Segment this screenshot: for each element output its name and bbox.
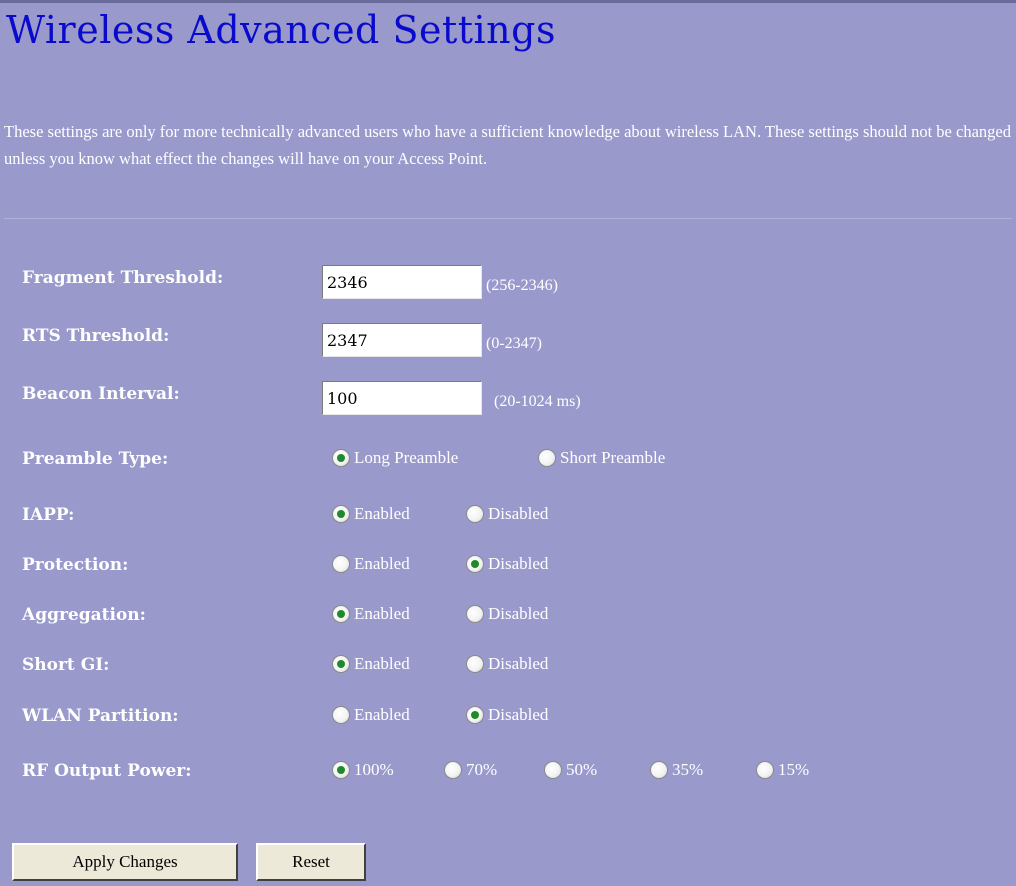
- divider: [4, 218, 1012, 219]
- protection-row: Protection: Enabled Disabled: [0, 552, 1016, 582]
- radio-iapp-enabled[interactable]: [332, 505, 350, 523]
- rf-power-15-label: 15%: [778, 760, 810, 779]
- short-gi-row: Short GI: Enabled Disabled: [0, 652, 1016, 682]
- rf-power-35-label: 35%: [672, 760, 704, 779]
- reset-button[interactable]: Reset: [256, 843, 366, 881]
- wlan-partition-enabled-option[interactable]: Enabled: [332, 705, 410, 725]
- preamble-type-label: Preamble Type:: [22, 449, 169, 469]
- radio-rf-power-50[interactable]: [544, 761, 562, 779]
- radio-aggregation-enabled[interactable]: [332, 605, 350, 623]
- rf-output-power-row: RF Output Power: 100% 70% 50% 35% 15%: [0, 758, 1016, 788]
- rf-power-70-label: 70%: [466, 760, 498, 779]
- aggregation-row: Aggregation: Enabled Disabled: [0, 602, 1016, 632]
- wlan-partition-disabled-label: Disabled: [488, 705, 549, 724]
- beacon-interval-row: Beacon Interval: (20-1024 ms): [0, 381, 1016, 415]
- protection-enabled-option[interactable]: Enabled: [332, 554, 410, 574]
- radio-short-gi-disabled[interactable]: [466, 655, 484, 673]
- top-border: [0, 0, 1016, 3]
- apply-changes-button[interactable]: Apply Changes: [12, 843, 238, 881]
- fragment-threshold-row: Fragment Threshold: (256-2346): [0, 265, 1016, 299]
- preamble-short-option[interactable]: Short Preamble: [538, 448, 665, 468]
- fragment-threshold-label: Fragment Threshold:: [22, 268, 224, 288]
- rf-power-70-option[interactable]: 70%: [444, 760, 497, 780]
- short-gi-disabled-option[interactable]: Disabled: [466, 654, 548, 674]
- rts-threshold-label: RTS Threshold:: [22, 326, 170, 346]
- beacon-interval-input[interactable]: [322, 381, 482, 415]
- fragment-threshold-input[interactable]: [322, 265, 482, 299]
- wlan-partition-label: WLAN Partition:: [22, 706, 179, 726]
- radio-long-preamble[interactable]: [332, 449, 350, 467]
- short-gi-enabled-option[interactable]: Enabled: [332, 654, 410, 674]
- aggregation-disabled-option[interactable]: Disabled: [466, 604, 548, 624]
- short-gi-disabled-label: Disabled: [488, 654, 549, 673]
- radio-protection-enabled[interactable]: [332, 555, 350, 573]
- radio-aggregation-disabled[interactable]: [466, 605, 484, 623]
- radio-iapp-disabled[interactable]: [466, 505, 484, 523]
- beacon-interval-hint: (20-1024 ms): [494, 393, 581, 410]
- rf-output-power-label: RF Output Power:: [22, 761, 192, 781]
- protection-label: Protection:: [22, 555, 129, 575]
- iapp-enabled-label: Enabled: [354, 504, 410, 523]
- aggregation-enabled-option[interactable]: Enabled: [332, 604, 410, 624]
- iapp-label: IAPP:: [22, 505, 75, 525]
- page-title: Wireless Advanced Settings: [6, 8, 556, 52]
- short-gi-label: Short GI:: [22, 655, 110, 675]
- iapp-disabled-option[interactable]: Disabled: [466, 504, 548, 524]
- rf-power-50-option[interactable]: 50%: [544, 760, 597, 780]
- wlan-partition-enabled-label: Enabled: [354, 705, 410, 724]
- short-gi-enabled-label: Enabled: [354, 654, 410, 673]
- iapp-row: IAPP: Enabled Disabled: [0, 502, 1016, 532]
- radio-short-gi-enabled[interactable]: [332, 655, 350, 673]
- rf-power-100-option[interactable]: 100%: [332, 760, 394, 780]
- protection-disabled-option[interactable]: Disabled: [466, 554, 548, 574]
- aggregation-disabled-label: Disabled: [488, 604, 549, 623]
- rts-threshold-input[interactable]: [322, 323, 482, 357]
- protection-disabled-label: Disabled: [488, 554, 549, 573]
- aggregation-enabled-label: Enabled: [354, 604, 410, 623]
- protection-enabled-label: Enabled: [354, 554, 410, 573]
- rf-power-100-label: 100%: [354, 760, 394, 779]
- beacon-interval-label: Beacon Interval:: [22, 384, 180, 404]
- intro-text: These settings are only for more technic…: [4, 122, 1011, 168]
- radio-rf-power-35[interactable]: [650, 761, 668, 779]
- aggregation-label: Aggregation:: [22, 605, 146, 625]
- fragment-threshold-hint: (256-2346): [486, 277, 558, 294]
- rf-power-15-option[interactable]: 15%: [756, 760, 809, 780]
- wlan-partition-row: WLAN Partition: Enabled Disabled: [0, 703, 1016, 733]
- radio-rf-power-15[interactable]: [756, 761, 774, 779]
- preamble-long-option[interactable]: Long Preamble: [332, 448, 458, 468]
- rts-threshold-hint: (0-2347): [486, 335, 542, 352]
- radio-protection-disabled[interactable]: [466, 555, 484, 573]
- preamble-short-label: Short Preamble: [560, 448, 666, 467]
- preamble-type-row: Preamble Type: Long Preamble Short Pream…: [0, 446, 1016, 476]
- iapp-disabled-label: Disabled: [488, 504, 549, 523]
- radio-short-preamble[interactable]: [538, 449, 556, 467]
- radio-rf-power-100[interactable]: [332, 761, 350, 779]
- iapp-enabled-option[interactable]: Enabled: [332, 504, 410, 524]
- rf-power-50-label: 50%: [566, 760, 598, 779]
- radio-rf-power-70[interactable]: [444, 761, 462, 779]
- radio-wlan-partition-enabled[interactable]: [332, 706, 350, 724]
- rts-threshold-row: RTS Threshold: (0-2347): [0, 323, 1016, 357]
- radio-wlan-partition-disabled[interactable]: [466, 706, 484, 724]
- rf-power-35-option[interactable]: 35%: [650, 760, 703, 780]
- preamble-long-label: Long Preamble: [354, 448, 459, 467]
- wlan-partition-disabled-option[interactable]: Disabled: [466, 705, 548, 725]
